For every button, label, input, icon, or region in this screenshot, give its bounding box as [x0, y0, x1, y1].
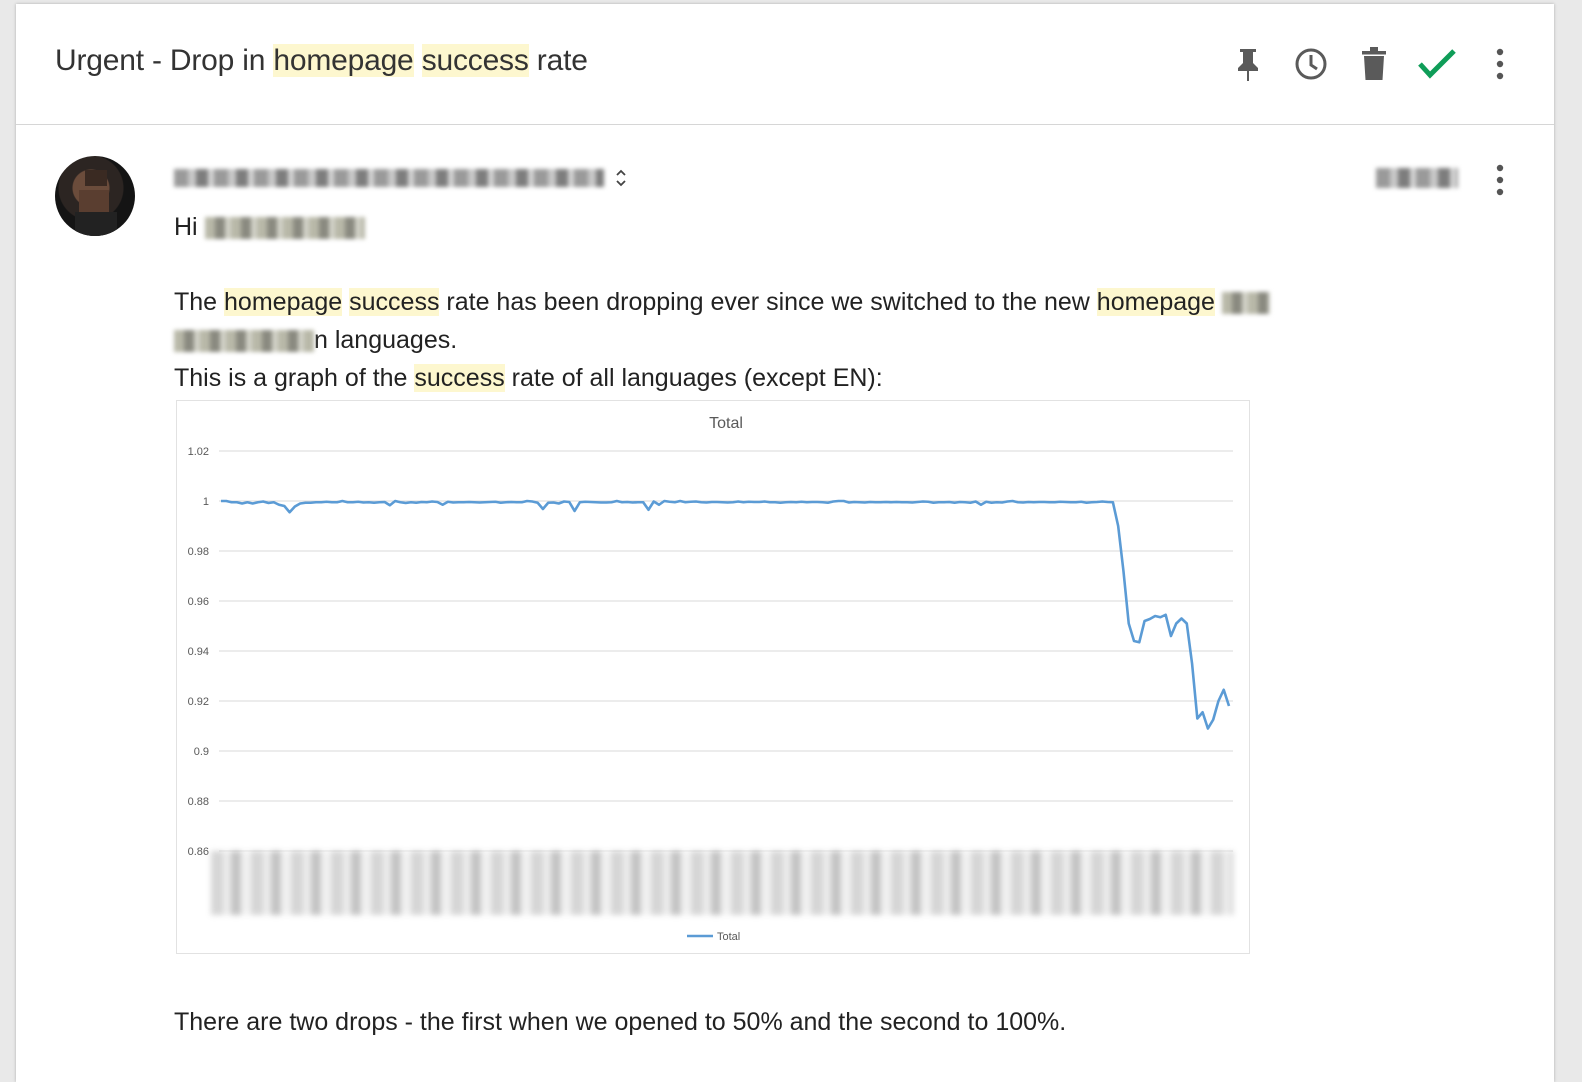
sender-name-redacted[interactable] — [174, 169, 604, 187]
subject-suffix: rate — [528, 44, 588, 77]
message-more-button[interactable] — [1476, 156, 1524, 204]
sender-row — [174, 162, 626, 194]
text: n languages. — [314, 326, 458, 354]
pin-icon — [1238, 49, 1258, 81]
expand-details-icon[interactable] — [616, 169, 626, 187]
y-tick-label: 0.98 — [188, 546, 209, 558]
message-date-redacted — [1376, 168, 1458, 188]
redacted-text — [1221, 292, 1270, 315]
subject-highlight-homepage: homepage — [273, 44, 414, 77]
greeting: Hi — [174, 213, 198, 241]
greeting-line: Hi — [174, 213, 365, 242]
y-tick-label: 0.9 — [194, 746, 209, 758]
y-tick-label: 0.88 — [188, 796, 209, 808]
snooze-button[interactable] — [1287, 40, 1335, 88]
pin-button[interactable] — [1224, 40, 1272, 88]
subject-prefix: Urgent - Drop in — [55, 44, 274, 77]
text: rate of all languages (except EN): — [504, 364, 883, 392]
body-line-2: n languages. — [174, 326, 457, 355]
x-axis-labels-redacted — [211, 851, 1233, 915]
subject-highlight-success: success — [421, 44, 529, 77]
delete-button[interactable] — [1350, 40, 1398, 88]
y-tick-label: 1.02 — [188, 446, 209, 458]
more-vert-icon — [1496, 164, 1504, 196]
chart-title: Total — [709, 415, 743, 432]
highlight-homepage: homepage — [1096, 288, 1215, 316]
y-tick-label: 0.86 — [188, 846, 209, 858]
highlight-success: success — [414, 364, 505, 392]
thread-toolbar — [1209, 40, 1524, 88]
thread-header: Urgent - Drop in homepage success rate — [16, 4, 1554, 125]
body-line-3: This is a graph of the success rate of a… — [174, 364, 883, 393]
email-card: Urgent - Drop in homepage success rate H… — [16, 4, 1554, 1082]
series-line-total — [221, 499, 1231, 730]
highlight-success: success — [349, 288, 440, 316]
mark-done-button[interactable] — [1413, 40, 1461, 88]
checkmark-icon — [1418, 49, 1456, 79]
legend-label: Total — [717, 931, 740, 943]
embedded-chart-image[interactable]: Total 1.02 1 0.98 0.96 0.94 0.92 0.9 0.88 0.86 Tot… — [176, 400, 1250, 954]
text: This is a graph of the — [174, 364, 415, 392]
email-subject: Urgent - Drop in homepage success rate — [55, 44, 588, 78]
thread-more-button[interactable] — [1476, 40, 1524, 88]
subject-space — [414, 44, 422, 77]
sender-avatar[interactable] — [55, 156, 135, 236]
y-tick-label: 0.92 — [188, 696, 209, 708]
y-tick-label: 1 — [203, 496, 209, 508]
clock-icon — [1295, 48, 1327, 80]
redacted-text — [174, 330, 314, 353]
more-vert-icon — [1496, 48, 1504, 80]
recipient-name-redacted — [204, 217, 365, 240]
y-tick-label: 0.96 — [188, 596, 209, 608]
body-line-1: The homepage success rate has been dropp… — [174, 288, 1270, 317]
highlight-homepage: homepage — [224, 288, 343, 316]
text: The — [174, 288, 225, 316]
y-tick-label: 0.94 — [188, 646, 209, 658]
body-line-closing: There are two drops - the first when we … — [174, 1008, 1067, 1036]
text: rate has been dropping ever since we swi… — [439, 288, 1097, 316]
trash-icon — [1362, 47, 1386, 80]
